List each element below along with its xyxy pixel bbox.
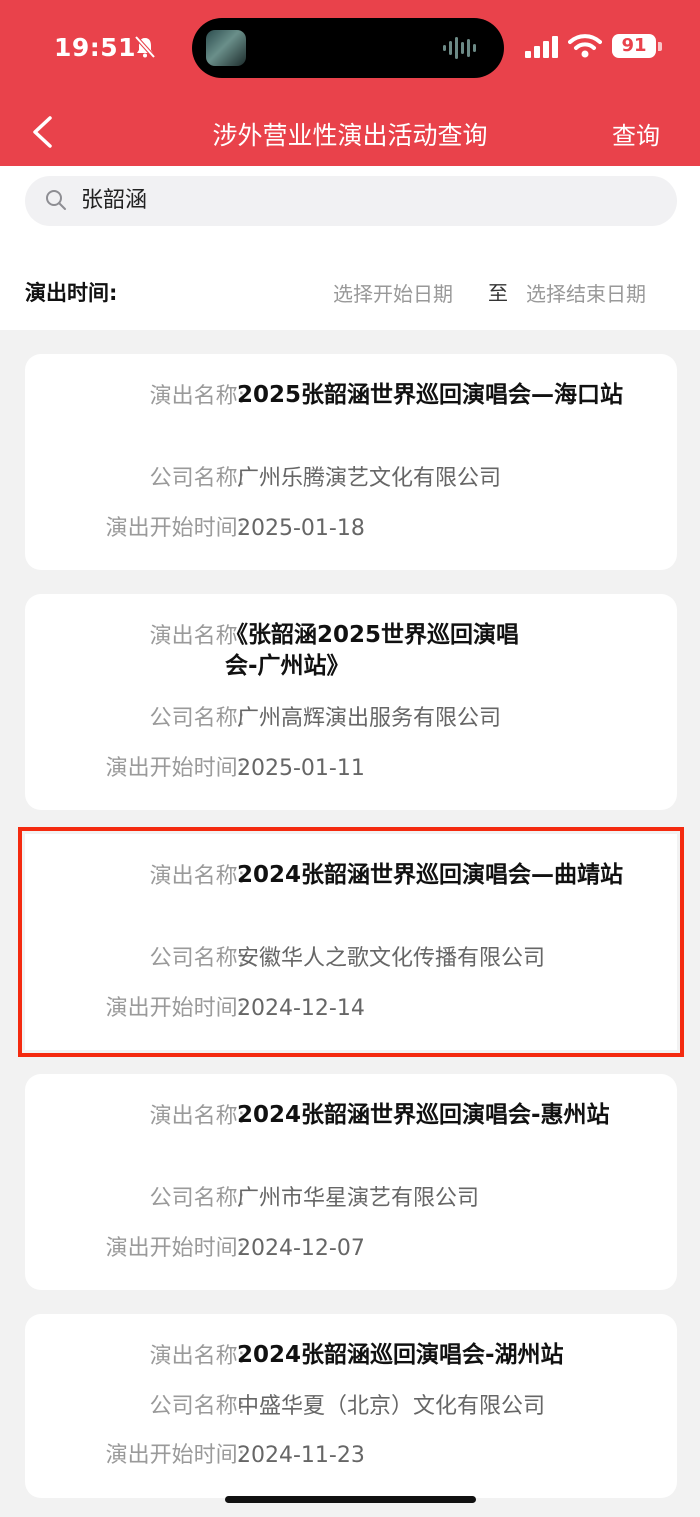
- start-time-label: 演出开始时间:: [105, 756, 245, 781]
- search-section: 演出时间: 选择开始日期 至 选择结束日期: [0, 166, 700, 330]
- date-filter-label: 演出时间:: [25, 281, 118, 305]
- start-time-label: 演出开始时间:: [105, 516, 245, 541]
- result-card-highlighted[interactable]: 演出名称: 2024张韶涵世界巡回演唱会—曲靖站 公司名称: 安徽华人之歌文化传…: [18, 827, 684, 1057]
- now-playing-artwork: [206, 30, 246, 66]
- status-time: 19:51: [54, 33, 137, 62]
- wifi-icon: [568, 34, 602, 58]
- battery-indicator: 91: [612, 34, 656, 58]
- query-button[interactable]: 查询: [612, 116, 660, 151]
- page-title: 涉外营业性演出活动查询: [212, 121, 488, 150]
- performance-name: 2024张韶涵世界巡回演唱会-惠州站: [237, 1102, 610, 1128]
- audio-waveform-icon: [443, 37, 476, 59]
- performance-name: 2024张韶涵巡回演唱会-湖州站: [237, 1342, 564, 1368]
- result-card[interactable]: 演出名称: 2025张韶涵世界巡回演唱会—海口站 公司名称: 广州乐腾演艺文化有…: [25, 354, 677, 570]
- company-name: 广州乐腾演艺文化有限公司: [237, 466, 502, 491]
- company-name-label: 公司名称:: [149, 466, 245, 491]
- company-name-label: 公司名称:: [149, 946, 245, 971]
- performance-name-label: 演出名称:: [149, 864, 245, 889]
- start-time: 2024-11-23: [237, 1443, 365, 1468]
- performance-name: 《张韶涵2025世界巡回演唱会-广州站》: [225, 622, 520, 679]
- result-card[interactable]: 演出名称: 2024张韶涵巡回演唱会-湖州站 公司名称: 中盛华夏（北京）文化有…: [25, 1314, 677, 1498]
- start-time-label: 演出开始时间:: [105, 1443, 245, 1468]
- start-time: 2024-12-07: [237, 1236, 365, 1261]
- performance-name-label: 演出名称:: [149, 1344, 245, 1369]
- search-box[interactable]: [25, 176, 677, 226]
- cellular-signal-icon: [525, 36, 558, 58]
- performance-name-label: 演出名称:: [149, 1104, 245, 1129]
- search-input[interactable]: [81, 176, 641, 226]
- company-name: 广州市华星演艺有限公司: [237, 1186, 480, 1211]
- performance-name: 2024张韶涵世界巡回演唱会—曲靖站: [237, 862, 624, 888]
- performance-name: 2025张韶涵世界巡回演唱会—海口站: [237, 382, 624, 408]
- start-time: 2025-01-11: [237, 756, 365, 781]
- result-card[interactable]: 演出名称: 《张韶涵2025世界巡回演唱会-广州站》 公司名称: 广州高辉演出服…: [25, 594, 677, 810]
- search-icon: [46, 190, 66, 210]
- company-name-label: 公司名称:: [149, 706, 245, 731]
- battery-tip: [658, 42, 662, 51]
- start-time: 2024-12-14: [237, 996, 365, 1021]
- bell-muted-icon: [134, 35, 156, 59]
- start-time: 2025-01-18: [237, 516, 365, 541]
- company-name: 安徽华人之歌文化传播有限公司: [237, 946, 546, 971]
- end-date-picker[interactable]: 选择结束日期: [526, 278, 646, 307]
- performance-name-label: 演出名称:: [149, 384, 245, 409]
- home-indicator[interactable]: [225, 1496, 476, 1503]
- start-date-picker[interactable]: 选择开始日期: [333, 278, 453, 307]
- date-range-separator: 至: [488, 281, 508, 305]
- company-name-label: 公司名称:: [149, 1394, 245, 1419]
- company-name: 中盛华夏（北京）文化有限公司: [237, 1394, 546, 1419]
- app-header: 19:51 91 涉外营业性演出活动查询 查询: [0, 0, 700, 166]
- start-time-label: 演出开始时间:: [105, 1236, 245, 1261]
- start-time-label: 演出开始时间:: [105, 996, 245, 1021]
- company-name: 广州高辉演出服务有限公司: [237, 706, 502, 731]
- company-name-label: 公司名称:: [149, 1186, 245, 1211]
- result-card[interactable]: 演出名称: 2024张韶涵世界巡回演唱会-惠州站 公司名称: 广州市华星演艺有限…: [25, 1074, 677, 1290]
- dynamic-island[interactable]: [192, 18, 504, 78]
